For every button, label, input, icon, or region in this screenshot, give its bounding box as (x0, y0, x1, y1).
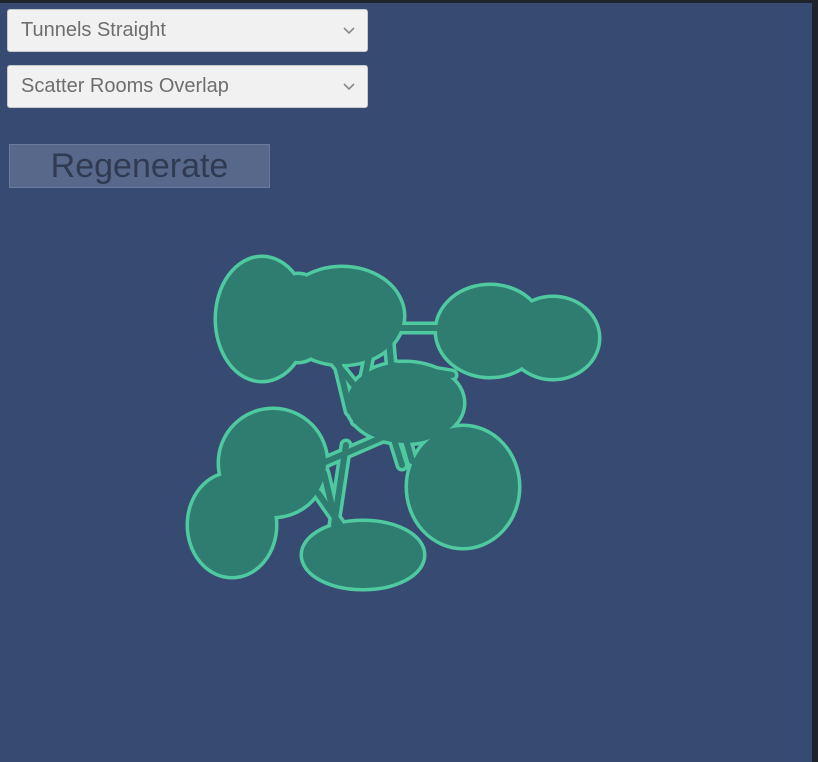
procedural-map (0, 3, 812, 762)
room-mode-selected: Scatter Rooms Overlap (21, 75, 229, 97)
tunnel-mode-selected: Tunnels Straight (21, 19, 166, 41)
scene-background: Tunnels Straight Scatter Rooms Overlap R… (0, 3, 812, 762)
map-fill (192, 261, 595, 585)
game-viewport: Tunnels Straight Scatter Rooms Overlap R… (0, 0, 818, 762)
chevron-down-icon (331, 10, 367, 51)
room-mode-dropdown[interactable]: Scatter Rooms Overlap (7, 65, 368, 108)
regenerate-button[interactable]: Regenerate (9, 144, 270, 188)
tunnel-mode-dropdown[interactable]: Tunnels Straight (7, 9, 368, 52)
regenerate-label: Regenerate (50, 146, 229, 185)
chevron-down-icon (331, 66, 367, 107)
